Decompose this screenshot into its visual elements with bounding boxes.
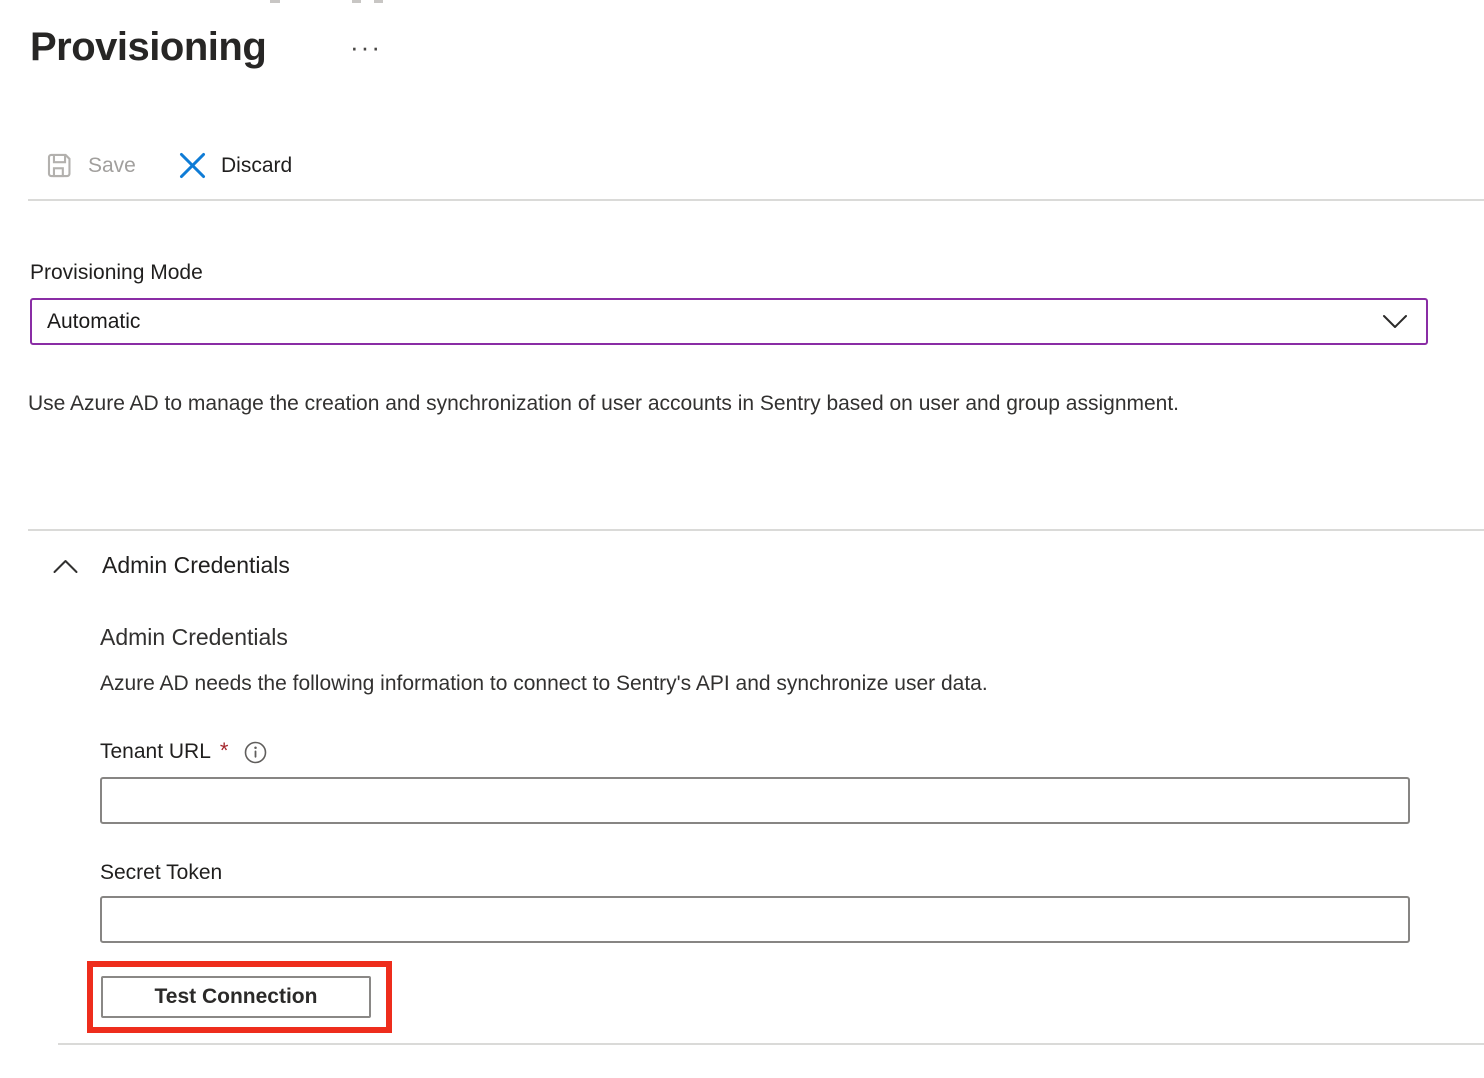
save-icon [44, 150, 75, 181]
secret-token-input[interactable] [100, 896, 1410, 943]
tenant-url-label-row: Tenant URL * [100, 739, 267, 765]
admin-credentials-section-label: Admin Credentials [102, 552, 290, 579]
provisioning-mode-label: Provisioning Mode [30, 260, 203, 286]
provisioning-mode-dropdown[interactable]: Automatic [30, 298, 1428, 345]
required-marker: * [220, 738, 229, 764]
admin-credentials-section-toggle[interactable]: Admin Credentials [44, 548, 298, 583]
save-button[interactable]: Save [38, 146, 142, 185]
close-icon [177, 150, 208, 181]
discard-button[interactable]: Discard [171, 146, 298, 185]
info-icon[interactable] [244, 741, 267, 764]
more-options-button[interactable]: ··· [344, 30, 388, 64]
page-title: Provisioning [30, 18, 266, 76]
chevron-up-icon [52, 557, 79, 575]
save-label: Save [88, 154, 136, 178]
chevron-down-icon [1382, 314, 1408, 330]
admin-credentials-description: Azure AD needs the following information… [100, 672, 988, 696]
provisioning-mode-value: Automatic [47, 310, 1382, 334]
clipped-header-fragment [352, 0, 361, 3]
secret-token-label: Secret Token [100, 860, 222, 886]
provisioning-mode-description: Use Azure AD to manage the creation and … [28, 383, 1333, 424]
tenant-url-label: Tenant URL [100, 739, 211, 765]
tenant-url-input[interactable] [100, 777, 1410, 824]
admin-credentials-subheading: Admin Credentials [100, 624, 288, 651]
section-divider [28, 529, 1484, 531]
clipped-header-fragment [270, 0, 280, 3]
test-connection-button[interactable]: Test Connection [101, 976, 371, 1018]
toolbar-divider [28, 199, 1484, 201]
bottom-divider [58, 1043, 1484, 1045]
clipped-header-fragment [374, 0, 383, 3]
provisioning-page: Provisioning ··· Save Discard Provisioni… [0, 0, 1484, 1078]
discard-label: Discard [221, 154, 292, 178]
